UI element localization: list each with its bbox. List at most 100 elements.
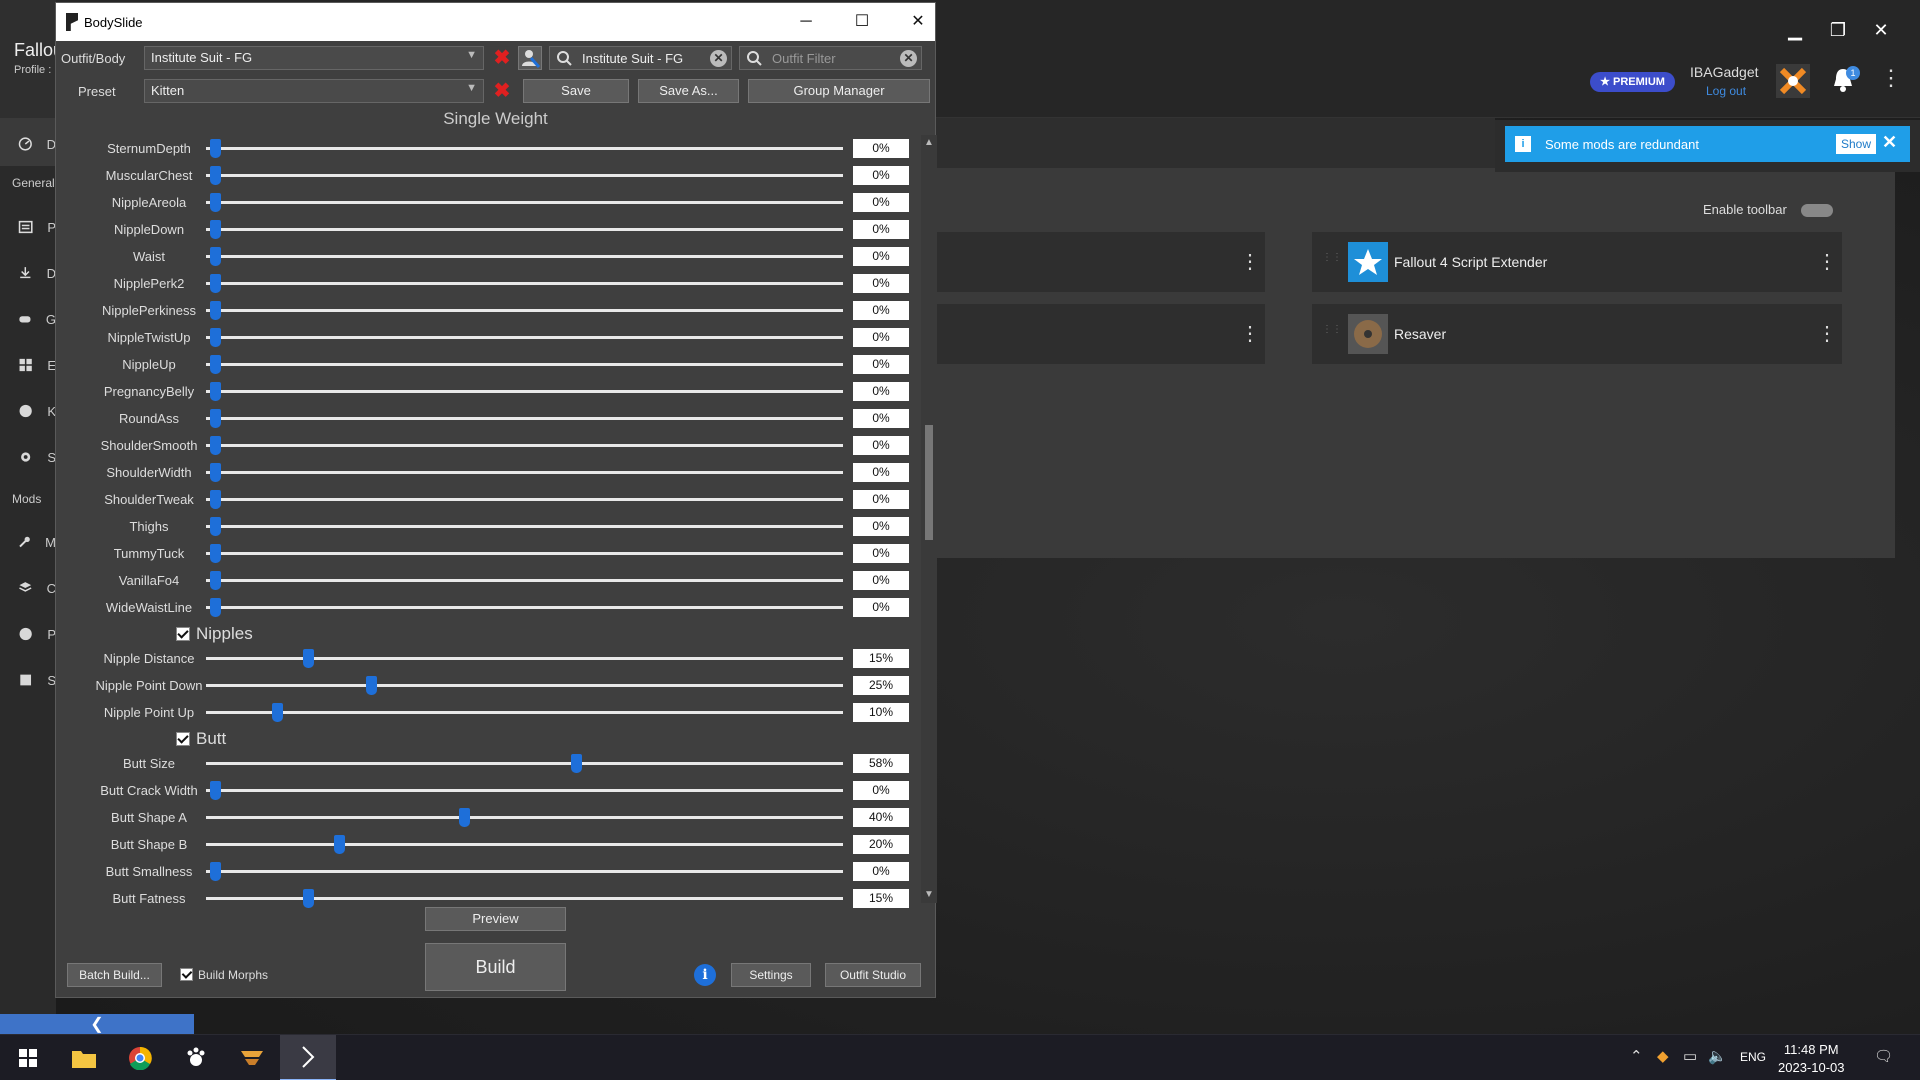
settings-button[interactable]: Settings — [731, 963, 811, 987]
sidebar-item-knowledge[interactable]: K — [0, 389, 56, 433]
slider-thumb[interactable] — [210, 274, 221, 293]
slider-thumb[interactable] — [210, 247, 221, 266]
slider-thumb[interactable] — [210, 517, 221, 536]
slider-value-field[interactable]: 10% — [853, 703, 909, 722]
slider-track[interactable] — [206, 282, 843, 285]
drag-handle-icon[interactable]: ⋮⋮ — [1322, 252, 1342, 272]
sidebar-item-plugins-mods[interactable]: P — [0, 612, 56, 656]
tool-card-resaver[interactable]: ⋮⋮ Resaver ⋮ — [1312, 304, 1842, 364]
slider-value-field[interactable]: 0% — [853, 463, 909, 482]
slider-thumb[interactable] — [210, 220, 221, 239]
tray-expand-icon[interactable]: ⌃ — [1630, 1047, 1643, 1065]
close-button[interactable]: ✕ — [1869, 18, 1893, 42]
bodyslide-titlebar[interactable]: BodySlide ─ ☐ ✕ — [56, 3, 935, 41]
tool-menu-icon[interactable]: ⋮ — [1235, 232, 1265, 292]
slider-thumb[interactable] — [210, 862, 221, 881]
enable-toolbar-toggle[interactable] — [1801, 204, 1833, 217]
premium-badge[interactable]: ★ PREMIUM — [1590, 72, 1675, 92]
slider-thumb[interactable] — [210, 139, 221, 158]
slider-value-field[interactable]: 0% — [853, 139, 909, 158]
tray-app-icon[interactable]: ◆ — [1657, 1047, 1669, 1065]
minimize-button[interactable]: ▁ — [1783, 18, 1807, 42]
drag-handle-icon[interactable]: ⋮⋮ — [1322, 324, 1342, 344]
slider-thumb[interactable] — [210, 382, 221, 401]
slider-thumb[interactable] — [210, 409, 221, 428]
slider-thumb[interactable] — [210, 328, 221, 347]
slider-track[interactable] — [206, 789, 843, 792]
slider-track[interactable] — [206, 444, 843, 447]
taskbar-app-3[interactable] — [168, 1035, 224, 1080]
slider-thumb[interactable] — [303, 649, 315, 668]
notification-dismiss-icon[interactable]: ✕ — [1882, 132, 1897, 153]
vortex-game-panel[interactable]: Fallou Profile : — [0, 0, 63, 118]
slider-track[interactable] — [206, 498, 843, 501]
slider-track[interactable] — [206, 870, 843, 873]
outfit-search-field[interactable]: Institute Suit - FG ✕ — [549, 46, 732, 70]
tool-card-left-1[interactable]: ⋮ — [935, 232, 1265, 292]
clock[interactable]: 11:48 PM 2023-10-03 — [1778, 1041, 1845, 1077]
slider-track[interactable] — [206, 255, 843, 258]
slider-value-field[interactable]: 0% — [853, 382, 909, 401]
slider-track[interactable] — [206, 417, 843, 420]
sidebar-item-games[interactable]: G — [0, 297, 56, 341]
slider-track[interactable] — [206, 174, 843, 177]
sidebar-item-mods[interactable]: M — [0, 520, 56, 564]
slider-value-field[interactable]: 0% — [853, 490, 909, 509]
build-morphs-checkbox[interactable] — [180, 968, 193, 981]
clear-filter-icon[interactable]: ✕ — [900, 50, 917, 67]
slider-track[interactable] — [206, 201, 843, 204]
taskbar-app-4[interactable] — [224, 1035, 280, 1080]
slider-value-field[interactable]: 0% — [853, 166, 909, 185]
scrollbar-thumb[interactable] — [925, 425, 933, 540]
slider-value-field[interactable]: 0% — [853, 301, 909, 320]
slider-thumb[interactable] — [334, 835, 346, 854]
delete-preset-icon[interactable]: ✖ — [490, 79, 514, 103]
slider-thumb[interactable] — [210, 781, 221, 800]
slider-value-field[interactable]: 0% — [853, 409, 909, 428]
tool-menu-icon[interactable]: ⋮ — [1812, 232, 1842, 292]
scroll-up-icon[interactable]: ▲ — [921, 135, 937, 151]
slider-track[interactable] — [206, 843, 843, 846]
close-button[interactable]: ✕ — [890, 3, 946, 41]
collapse-sidebar-button[interactable]: ❮ — [0, 1014, 194, 1034]
group-checkbox[interactable] — [176, 627, 190, 641]
tool-menu-icon[interactable]: ⋮ — [1812, 304, 1842, 364]
scroll-down-icon[interactable]: ▼ — [921, 887, 937, 903]
more-menu-icon[interactable]: ⋮ — [1880, 67, 1902, 89]
logout-link[interactable]: Log out — [1706, 84, 1746, 98]
sidebar-item-settings[interactable]: S — [0, 435, 56, 479]
slider-track[interactable] — [206, 471, 843, 474]
slider-thumb[interactable] — [210, 193, 221, 212]
sidebar-item-extensions[interactable]: E — [0, 343, 56, 387]
sidebar-item-plugins[interactable]: P — [0, 205, 56, 249]
slider-value-field[interactable]: 40% — [853, 808, 909, 827]
slider-thumb[interactable] — [210, 166, 221, 185]
tool-card-left-2[interactable]: ⋮ — [935, 304, 1265, 364]
slider-value-field[interactable]: 0% — [853, 598, 909, 617]
slider-track[interactable] — [206, 390, 843, 393]
slider-thumb[interactable] — [210, 436, 221, 455]
slider-value-field[interactable]: 0% — [853, 355, 909, 374]
slider-scrollbar[interactable]: ▲ ▼ — [921, 135, 937, 903]
save-button[interactable]: Save — [523, 79, 629, 103]
group-manager-button[interactable]: Group Manager — [748, 79, 930, 103]
slider-value-field[interactable]: 0% — [853, 862, 909, 881]
slider-track[interactable] — [206, 606, 843, 609]
info-icon[interactable]: i — [694, 964, 716, 986]
slider-track[interactable] — [206, 525, 843, 528]
slider-value-field[interactable]: 25% — [853, 676, 909, 695]
action-center-icon[interactable]: 🗨 — [1874, 1047, 1893, 1065]
taskbar-file-explorer[interactable] — [56, 1035, 112, 1080]
slider-value-field[interactable]: 0% — [853, 781, 909, 800]
slider-thumb[interactable] — [210, 544, 221, 563]
outfit-studio-button[interactable]: Outfit Studio — [825, 963, 921, 987]
save-as-button[interactable]: Save As... — [638, 79, 739, 103]
slider-thumb[interactable] — [458, 808, 470, 827]
group-filter-button[interactable] — [518, 46, 542, 70]
slider-thumb[interactable] — [210, 301, 221, 320]
slider-value-field[interactable]: 58% — [853, 754, 909, 773]
slider-value-field[interactable]: 0% — [853, 193, 909, 212]
slider-thumb[interactable] — [210, 598, 221, 617]
slider-track[interactable] — [206, 228, 843, 231]
slider-value-field[interactable]: 0% — [853, 544, 909, 563]
